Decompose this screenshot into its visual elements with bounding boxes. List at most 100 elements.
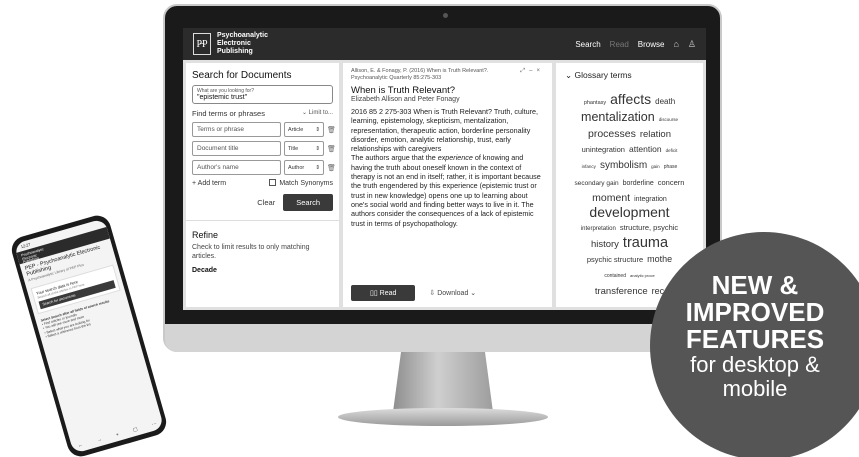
- monitor-chin: [165, 324, 720, 352]
- glossary-term[interactable]: phantasy: [584, 97, 606, 110]
- match-synonyms-checkbox[interactable]: Match Synonyms: [269, 179, 333, 187]
- document-authors[interactable]: Elizabeth Allison and Peter Fonagy: [351, 96, 544, 103]
- read-button-label: Read: [379, 290, 397, 297]
- nav-read[interactable]: Read: [610, 40, 629, 49]
- top-nav: Search Read Browse ⌂ ♙: [575, 39, 696, 50]
- promo-line: NEW &: [711, 270, 799, 300]
- read-button[interactable]: ▯▯ Read: [351, 285, 416, 301]
- search-button[interactable]: Search: [283, 194, 333, 211]
- term-row: Author's name Author ⇕ 🗑: [192, 160, 336, 175]
- terms-select[interactable]: Article ⇕: [284, 122, 324, 137]
- logo-line: Psychoanalytic: [217, 32, 268, 39]
- glossary-cloud-line: mentalization discourse: [565, 110, 694, 126]
- nav-browse[interactable]: Browse: [638, 40, 665, 49]
- glossary-term[interactable]: mothe: [647, 253, 672, 266]
- term-row: Document title Title ⇕ 🗑: [192, 141, 336, 156]
- clear-button[interactable]: Clear: [257, 198, 275, 207]
- mobile-phone: 12:27 Psychoanalytic Electronic Publishi…: [8, 212, 170, 457]
- glossary-term[interactable]: deficit: [666, 144, 678, 157]
- glossary-term[interactable]: history: [591, 238, 619, 251]
- glossary-cloud-line: history trauma: [565, 236, 694, 251]
- glossary-term[interactable]: structure, psychic: [620, 221, 678, 234]
- glossary-term[interactable]: development: [589, 205, 669, 219]
- glossary-cloud-line: infancy symbolism gain phase: [565, 157, 694, 174]
- glossary-term[interactable]: secondary gain: [575, 177, 619, 190]
- trash-icon[interactable]: 🗑: [327, 145, 336, 153]
- checkbox-icon: [269, 179, 277, 186]
- glossary-term[interactable]: borderline: [623, 177, 654, 190]
- limit-to-toggle[interactable]: ⌄ Limit to...: [302, 109, 333, 118]
- add-term-button[interactable]: + Add term: [192, 180, 226, 187]
- glossary-term[interactable]: symbolism: [600, 159, 647, 172]
- document-abstract: The authors argue that the experience of…: [351, 153, 544, 227]
- forward-icon[interactable]: →: [96, 437, 102, 444]
- document-panel: Allison, E. & Fonagy, P. (2016) When is …: [343, 63, 552, 307]
- glossary-term[interactable]: phase: [664, 161, 678, 174]
- glossary-term[interactable]: infancy: [582, 160, 596, 173]
- glossary-term[interactable]: attention: [629, 143, 662, 156]
- nav-search[interactable]: Search: [575, 40, 600, 49]
- expand-icon[interactable]: ⤢: [520, 68, 529, 74]
- abstract-lead: The authors argue that the: [351, 153, 438, 163]
- user-icon[interactable]: ♙: [688, 39, 696, 50]
- document-window-controls: ⤢–×: [520, 68, 544, 75]
- select-arrows-icon: ⇕: [315, 146, 320, 152]
- glossary-term[interactable]: psychic structure: [587, 253, 643, 266]
- document-actions: ▯▯ Read ⇩ Download ⌄: [351, 285, 476, 301]
- glossary-term[interactable]: analytic proce: [630, 269, 655, 282]
- promo-subline: for desktop &: [690, 352, 820, 377]
- close-icon[interactable]: ×: [536, 68, 544, 74]
- glossary-term[interactable]: mentalization: [581, 111, 655, 124]
- title-select[interactable]: Title ⇕: [284, 141, 324, 156]
- glossary-heading[interactable]: ⌄ Glossary terms: [565, 70, 694, 81]
- divider: [186, 220, 339, 221]
- query-field[interactable]: What are you looking for? "epistemic tru…: [192, 85, 333, 104]
- query-value: "epistemic trust": [197, 94, 248, 101]
- glossary-term[interactable]: processes: [588, 128, 636, 141]
- refine-text: Check to limit results to only matching …: [192, 244, 310, 260]
- search-heading: Search for Documents: [192, 70, 292, 81]
- app-panes: Search for Documents What are you lookin…: [183, 60, 706, 310]
- pep-logo-icon[interactable]: P̶P: [193, 33, 211, 55]
- book-icon: ▯▯: [370, 290, 380, 297]
- glossary-term[interactable]: discourse: [659, 113, 678, 126]
- title-input[interactable]: Document title: [192, 141, 281, 156]
- author-select[interactable]: Author ⇕: [284, 160, 324, 175]
- glossary-term[interactable]: concern: [658, 176, 685, 189]
- select-arrows-icon: ⇕: [315, 127, 320, 133]
- glossary-term[interactable]: gain: [651, 160, 660, 173]
- monitor-stand-neck: [393, 352, 493, 412]
- add-icon[interactable]: +: [115, 432, 119, 439]
- glossary-term[interactable]: unintegration: [582, 143, 625, 156]
- terms-input[interactable]: Terms or phrase: [192, 122, 281, 137]
- glossary-term[interactable]: interpretation: [581, 223, 616, 236]
- promo-line: IMPROVED: [685, 297, 825, 327]
- glossary-term[interactable]: trauma: [623, 236, 668, 251]
- app-logo-text[interactable]: Psychoanalytic Electronic Publishing: [217, 32, 268, 56]
- glossary-term[interactable]: death: [655, 95, 675, 108]
- decade-heading[interactable]: Decade: [192, 267, 333, 274]
- trash-icon[interactable]: 🗑: [327, 126, 336, 134]
- promo-subline: mobile: [722, 376, 788, 401]
- promo-line: FEATURES: [685, 324, 825, 354]
- glossary-cloud-line: development: [565, 205, 694, 219]
- term-row: Terms or phrase Article ⇕ 🗑: [192, 122, 336, 137]
- author-input[interactable]: Author's name: [192, 160, 281, 175]
- promo-text: NEW & IMPROVED FEATURES for desktop & mo…: [661, 272, 849, 401]
- select-arrows-icon: ⇕: [315, 165, 320, 171]
- camera-icon: [443, 13, 448, 18]
- home-icon[interactable]: ⌂: [673, 39, 678, 49]
- trash-icon[interactable]: 🗑: [327, 164, 336, 172]
- tabs-icon[interactable]: ▢: [132, 426, 138, 433]
- glossary-word-cloud: phantasy affects death mentalization discour…: [565, 92, 694, 298]
- search-panel: Search for Documents What are you lookin…: [186, 63, 339, 307]
- back-icon[interactable]: ←: [77, 442, 83, 449]
- more-icon[interactable]: ⋯: [151, 421, 157, 428]
- glossary-term[interactable]: contained: [604, 270, 626, 283]
- download-button[interactable]: ⇩ Download ⌄: [429, 289, 476, 297]
- title-select-value: Title: [288, 146, 299, 152]
- glossary-term[interactable]: relation: [640, 128, 671, 141]
- find-terms-row: Find terms or phrases ⌄ Limit to...: [192, 109, 333, 118]
- glossary-term[interactable]: transference: [595, 285, 648, 298]
- glossary-term[interactable]: affects: [610, 92, 651, 106]
